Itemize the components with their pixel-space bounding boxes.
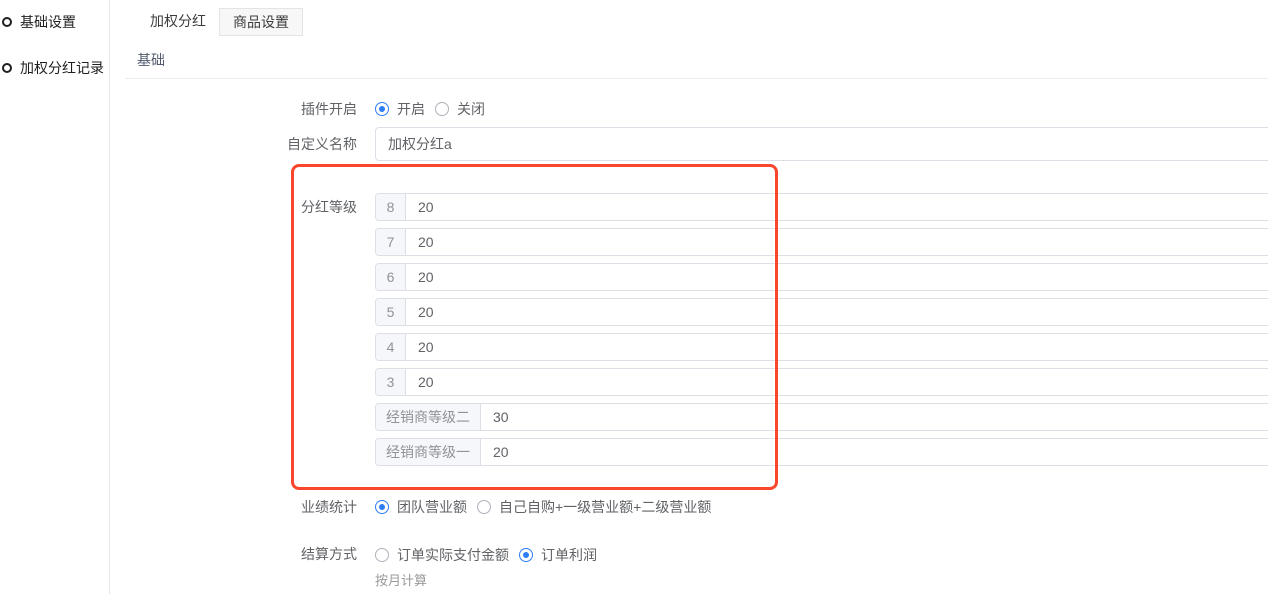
radio-option-label: 订单实际支付金额 [397, 545, 509, 565]
level-row: 3 20 [375, 368, 1268, 396]
tab-product-settings[interactable]: 商品设置 [219, 8, 303, 36]
level-row: 经销商等级一 20 [375, 438, 1268, 466]
level-value-input[interactable]: 20 [406, 299, 1268, 325]
level-value-input[interactable]: 20 [406, 194, 1268, 220]
level-value-input[interactable]: 20 [481, 439, 1268, 465]
settlement-radio-group: 订单实际支付金额 订单利润 [375, 545, 1268, 565]
form-row-settlement: 结算方式 订单实际支付金额 订单利润 按月计算 [137, 545, 1268, 589]
radio-option-actual-payment[interactable]: 订单实际支付金额 [375, 545, 509, 565]
radio-option-label: 开启 [397, 99, 425, 119]
radio-option-label: 团队营业额 [397, 497, 467, 517]
form-row-plugin-switch: 插件开启 开启 关闭 [137, 99, 1268, 119]
form-row-performance-stat: 业绩统计 团队营业额 自己自购+一级营业额+二级营业额 [137, 497, 1268, 517]
custom-name-control [375, 127, 1268, 161]
custom-name-input[interactable] [375, 127, 1268, 161]
level-value-input[interactable]: 20 [406, 334, 1268, 360]
sidebar-item-label: 加权分红记录 [20, 58, 104, 78]
circle-icon [2, 17, 12, 27]
level-name: 5 [376, 299, 406, 325]
section-title-basic: 基础 [137, 50, 1268, 70]
radio-option-label: 关闭 [457, 99, 485, 119]
radio-selected-icon[interactable] [375, 102, 389, 116]
tab-weighted-dividend[interactable]: 加权分红 [137, 8, 219, 36]
radio-option-label: 自己自购+一级营业额+二级营业额 [499, 497, 711, 517]
level-value-input[interactable]: 20 [406, 264, 1268, 290]
radio-option-self-purchase[interactable]: 自己自购+一级营业额+二级营业额 [477, 497, 711, 517]
level-name: 7 [376, 229, 406, 255]
radio-selected-icon[interactable] [375, 500, 389, 514]
level-name: 6 [376, 264, 406, 290]
radio-option-disable[interactable]: 关闭 [435, 99, 485, 119]
main-content: 加权分红 商品设置 基础 插件开启 开启 关闭 自定义名称 分红等级 8 [111, 0, 1268, 594]
radio-option-enable[interactable]: 开启 [375, 99, 425, 119]
custom-name-label: 自定义名称 [137, 135, 357, 153]
plugin-switch-label: 插件开启 [137, 100, 357, 118]
level-row: 7 20 [375, 228, 1268, 256]
settlement-control: 订单实际支付金额 订单利润 按月计算 [375, 545, 1268, 589]
radio-unselected-icon[interactable] [477, 500, 491, 514]
level-name: 经销商等级二 [376, 404, 481, 430]
level-value-input[interactable]: 20 [406, 229, 1268, 255]
level-row: 经销商等级二 30 [375, 403, 1268, 431]
level-row: 6 20 [375, 263, 1268, 291]
level-name: 经销商等级一 [376, 439, 481, 465]
radio-option-label: 订单利润 [541, 545, 597, 565]
performance-stat-radio-group: 团队营业额 自己自购+一级营业额+二级营业额 [375, 497, 1268, 517]
performance-stat-label: 业绩统计 [137, 498, 357, 516]
circle-icon [2, 63, 12, 73]
dividend-levels-label: 分红等级 [137, 198, 357, 216]
section-divider [125, 78, 1268, 79]
level-row: 4 20 [375, 333, 1268, 361]
level-name: 8 [376, 194, 406, 220]
form-row-dividend-levels: 分红等级 8 20 7 20 6 20 5 20 4 20 [137, 193, 1268, 473]
sidebar-item-label: 基础设置 [20, 12, 76, 32]
level-name: 4 [376, 334, 406, 360]
sidebar-item-dividend-records[interactable]: 加权分红记录 [0, 58, 109, 78]
sidebar-item-basic-settings[interactable]: 基础设置 [0, 12, 109, 32]
settlement-note: 按月计算 [375, 570, 1268, 589]
level-name: 3 [376, 369, 406, 395]
tab-bar: 加权分红 商品设置 [137, 8, 1268, 36]
settlement-label: 结算方式 [137, 545, 357, 563]
level-value-input[interactable]: 30 [481, 404, 1268, 430]
radio-unselected-icon[interactable] [435, 102, 449, 116]
radio-selected-icon[interactable] [519, 548, 533, 562]
level-row: 5 20 [375, 298, 1268, 326]
level-row: 8 20 [375, 193, 1268, 221]
sidebar: 基础设置 加权分红记录 [0, 0, 110, 594]
plugin-switch-radio-group: 开启 关闭 [375, 99, 1268, 119]
form-row-custom-name: 自定义名称 [137, 127, 1268, 161]
dividend-levels-list: 8 20 7 20 6 20 5 20 4 20 3 20 [375, 193, 1268, 473]
radio-unselected-icon[interactable] [375, 548, 389, 562]
level-value-input[interactable]: 20 [406, 369, 1268, 395]
radio-option-order-profit[interactable]: 订单利润 [519, 545, 597, 565]
radio-option-team-turnover[interactable]: 团队营业额 [375, 497, 467, 517]
